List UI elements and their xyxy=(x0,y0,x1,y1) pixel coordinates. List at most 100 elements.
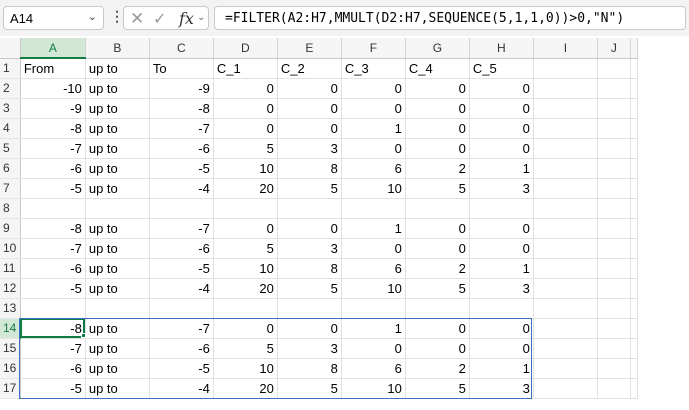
cell-e16[interactable]: 8 xyxy=(277,358,342,379)
cell-a8[interactable] xyxy=(20,198,86,219)
cell-a16[interactable]: -6 xyxy=(20,358,86,379)
cell-d7[interactable]: 20 xyxy=(213,178,278,199)
cell-j17[interactable] xyxy=(597,378,631,399)
cell-f1[interactable]: C_3 xyxy=(341,58,406,79)
cell-b16[interactable]: up to xyxy=(85,358,150,379)
cell-d12[interactable]: 20 xyxy=(213,278,278,299)
cell-b11[interactable]: up to xyxy=(85,258,150,279)
row-header[interactable]: 2 xyxy=(0,78,21,99)
cell-g13[interactable] xyxy=(405,298,470,319)
cell-i11[interactable] xyxy=(533,258,598,279)
cell-a15[interactable]: -7 xyxy=(20,338,86,359)
cell-i3[interactable] xyxy=(533,98,598,119)
select-all-corner[interactable] xyxy=(0,38,21,59)
cell-i16[interactable] xyxy=(533,358,598,379)
column-header-g[interactable]: G xyxy=(405,38,470,59)
column-header-i[interactable]: I xyxy=(533,38,598,59)
cell-g2[interactable]: 0 xyxy=(405,78,470,99)
cell-overflow[interactable] xyxy=(630,318,638,339)
cell-d5[interactable]: 5 xyxy=(213,138,278,159)
cell-h14[interactable]: 0 xyxy=(469,318,534,339)
cell-b3[interactable]: up to xyxy=(85,98,150,119)
cell-j1[interactable] xyxy=(597,58,631,79)
cell-f4[interactable]: 1 xyxy=(341,118,406,139)
cell-a1[interactable]: From xyxy=(20,58,86,79)
cell-d2[interactable]: 0 xyxy=(213,78,278,99)
cell-h16[interactable]: 1 xyxy=(469,358,534,379)
row-header[interactable]: 7 xyxy=(0,178,21,199)
cell-e10[interactable]: 3 xyxy=(277,238,342,259)
cell-overflow[interactable] xyxy=(630,358,638,379)
row-header[interactable]: 5 xyxy=(0,138,21,159)
row-header[interactable]: 6 xyxy=(0,158,21,179)
row-header[interactable]: 15 xyxy=(0,338,21,359)
cell-e12[interactable]: 5 xyxy=(277,278,342,299)
cell-c5[interactable]: -6 xyxy=(149,138,214,159)
cell-e1[interactable]: C_2 xyxy=(277,58,342,79)
cell-f3[interactable]: 0 xyxy=(341,98,406,119)
cell-a14[interactable]: -8 xyxy=(20,318,86,339)
cell-c10[interactable]: -6 xyxy=(149,238,214,259)
cell-a6[interactable]: -6 xyxy=(20,158,86,179)
cell-c15[interactable]: -6 xyxy=(149,338,214,359)
cell-e11[interactable]: 8 xyxy=(277,258,342,279)
cell-i6[interactable] xyxy=(533,158,598,179)
row-header[interactable]: 16 xyxy=(0,358,21,379)
cell-h4[interactable]: 0 xyxy=(469,118,534,139)
cell-d11[interactable]: 10 xyxy=(213,258,278,279)
cell-c17[interactable]: -4 xyxy=(149,378,214,399)
row-header[interactable]: 14 xyxy=(0,318,22,339)
cell-b6[interactable]: up to xyxy=(85,158,150,179)
cell-d4[interactable]: 0 xyxy=(213,118,278,139)
cell-d3[interactable]: 0 xyxy=(213,98,278,119)
cell-b10[interactable]: up to xyxy=(85,238,150,259)
column-header-d[interactable]: D xyxy=(213,38,278,59)
cell-f13[interactable] xyxy=(341,298,406,319)
insert-function-icon[interactable]: fx xyxy=(179,9,194,28)
cell-h15[interactable]: 0 xyxy=(469,338,534,359)
cell-h9[interactable]: 0 xyxy=(469,218,534,239)
cell-d17[interactable]: 20 xyxy=(213,378,278,399)
cell-e2[interactable]: 0 xyxy=(277,78,342,99)
cell-e15[interactable]: 3 xyxy=(277,338,342,359)
cell-g1[interactable]: C_4 xyxy=(405,58,470,79)
column-header-c[interactable]: C xyxy=(149,38,214,59)
cell-g15[interactable]: 0 xyxy=(405,338,470,359)
row-header[interactable]: 9 xyxy=(0,218,21,239)
cell-f15[interactable]: 0 xyxy=(341,338,406,359)
cell-a9[interactable]: -8 xyxy=(20,218,86,239)
cell-j2[interactable] xyxy=(597,78,631,99)
cell-f17[interactable]: 10 xyxy=(341,378,406,399)
cell-d13[interactable] xyxy=(213,298,278,319)
cell-c9[interactable]: -7 xyxy=(149,218,214,239)
cell-c13[interactable] xyxy=(149,298,214,319)
cell-e14[interactable]: 0 xyxy=(277,318,342,339)
cell-g16[interactable]: 2 xyxy=(405,358,470,379)
cell-i13[interactable] xyxy=(533,298,598,319)
cell-b7[interactable]: up to xyxy=(85,178,150,199)
cell-i2[interactable] xyxy=(533,78,598,99)
cell-g8[interactable] xyxy=(405,198,470,219)
cell-i12[interactable] xyxy=(533,278,598,299)
cell-j15[interactable] xyxy=(597,338,631,359)
cell-overflow[interactable] xyxy=(630,198,638,219)
cell-b14[interactable]: up to xyxy=(85,318,150,339)
cell-d9[interactable]: 0 xyxy=(213,218,278,239)
cell-g17[interactable]: 5 xyxy=(405,378,470,399)
cell-overflow[interactable] xyxy=(630,138,638,159)
cell-j14[interactable] xyxy=(597,318,631,339)
cell-overflow[interactable] xyxy=(630,78,638,99)
cell-j3[interactable] xyxy=(597,98,631,119)
cell-h5[interactable]: 0 xyxy=(469,138,534,159)
enter-check-icon[interactable]: ✓ xyxy=(153,9,166,29)
cancel-icon[interactable]: ✕ xyxy=(130,9,144,29)
cell-g4[interactable]: 0 xyxy=(405,118,470,139)
row-header[interactable]: 1 xyxy=(0,58,21,79)
cell-a17[interactable]: -5 xyxy=(20,378,86,399)
cell-f2[interactable]: 0 xyxy=(341,78,406,99)
cell-a10[interactable]: -7 xyxy=(20,238,86,259)
column-header-j[interactable]: J xyxy=(597,38,631,59)
cell-h1[interactable]: C_5 xyxy=(469,58,534,79)
cell-j11[interactable] xyxy=(597,258,631,279)
cell-a12[interactable]: -5 xyxy=(20,278,86,299)
